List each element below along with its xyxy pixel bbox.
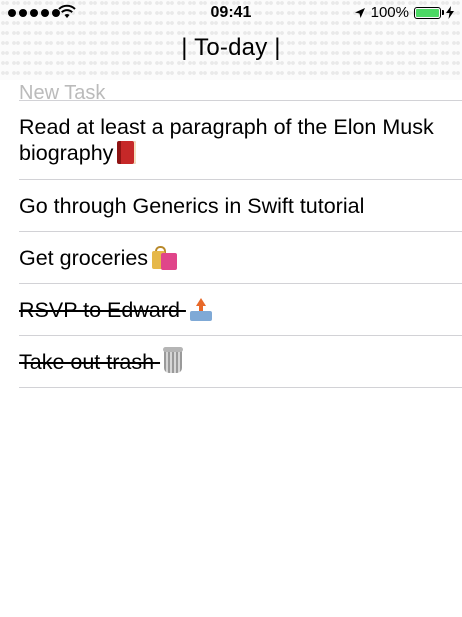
task-label: Read at least a paragraph of the Elon Mu… (19, 115, 434, 165)
battery-icon (414, 6, 444, 19)
task-label: Get groceries (19, 245, 149, 270)
task-label-container: Read at least a paragraph of the Elon Mu… (19, 114, 452, 166)
navigation-header: 09:41 100% | To-day | (0, 0, 462, 80)
charging-bolt-icon (446, 6, 454, 19)
status-bar: 09:41 100% (0, 0, 462, 26)
todo-screen: 09:41 100% | To-day | New Task Read at l… (0, 0, 462, 617)
task-label: Take out trash (19, 349, 155, 374)
task-label-container: Take out trash (19, 346, 184, 375)
list-item[interactable]: Go through Generics in Swift tutorial (19, 180, 462, 232)
outbox-tray-icon (189, 297, 212, 321)
list-item-completed[interactable]: Take out trash (19, 336, 462, 388)
location-arrow-icon (354, 7, 365, 18)
shopping-bags-icon (152, 245, 178, 270)
list-item[interactable]: Read at least a paragraph of the Elon Mu… (19, 101, 462, 180)
list-item-completed[interactable]: RSVP to Edward (19, 284, 462, 336)
page-title: | To-day | (181, 34, 281, 61)
book-icon (117, 141, 137, 164)
task-label: Go through Generics in Swift tutorial (19, 193, 365, 218)
list-item[interactable]: Get groceries (19, 232, 462, 284)
battery-percent: 100% (370, 4, 409, 21)
task-list[interactable]: New Task Read at least a paragraph of th… (0, 62, 462, 388)
status-right-group: 100% (354, 4, 454, 21)
task-label-container: RSVP to Edward (19, 297, 212, 323)
wastebasket-icon (163, 346, 184, 373)
task-label: RSVP to Edward (19, 297, 180, 322)
